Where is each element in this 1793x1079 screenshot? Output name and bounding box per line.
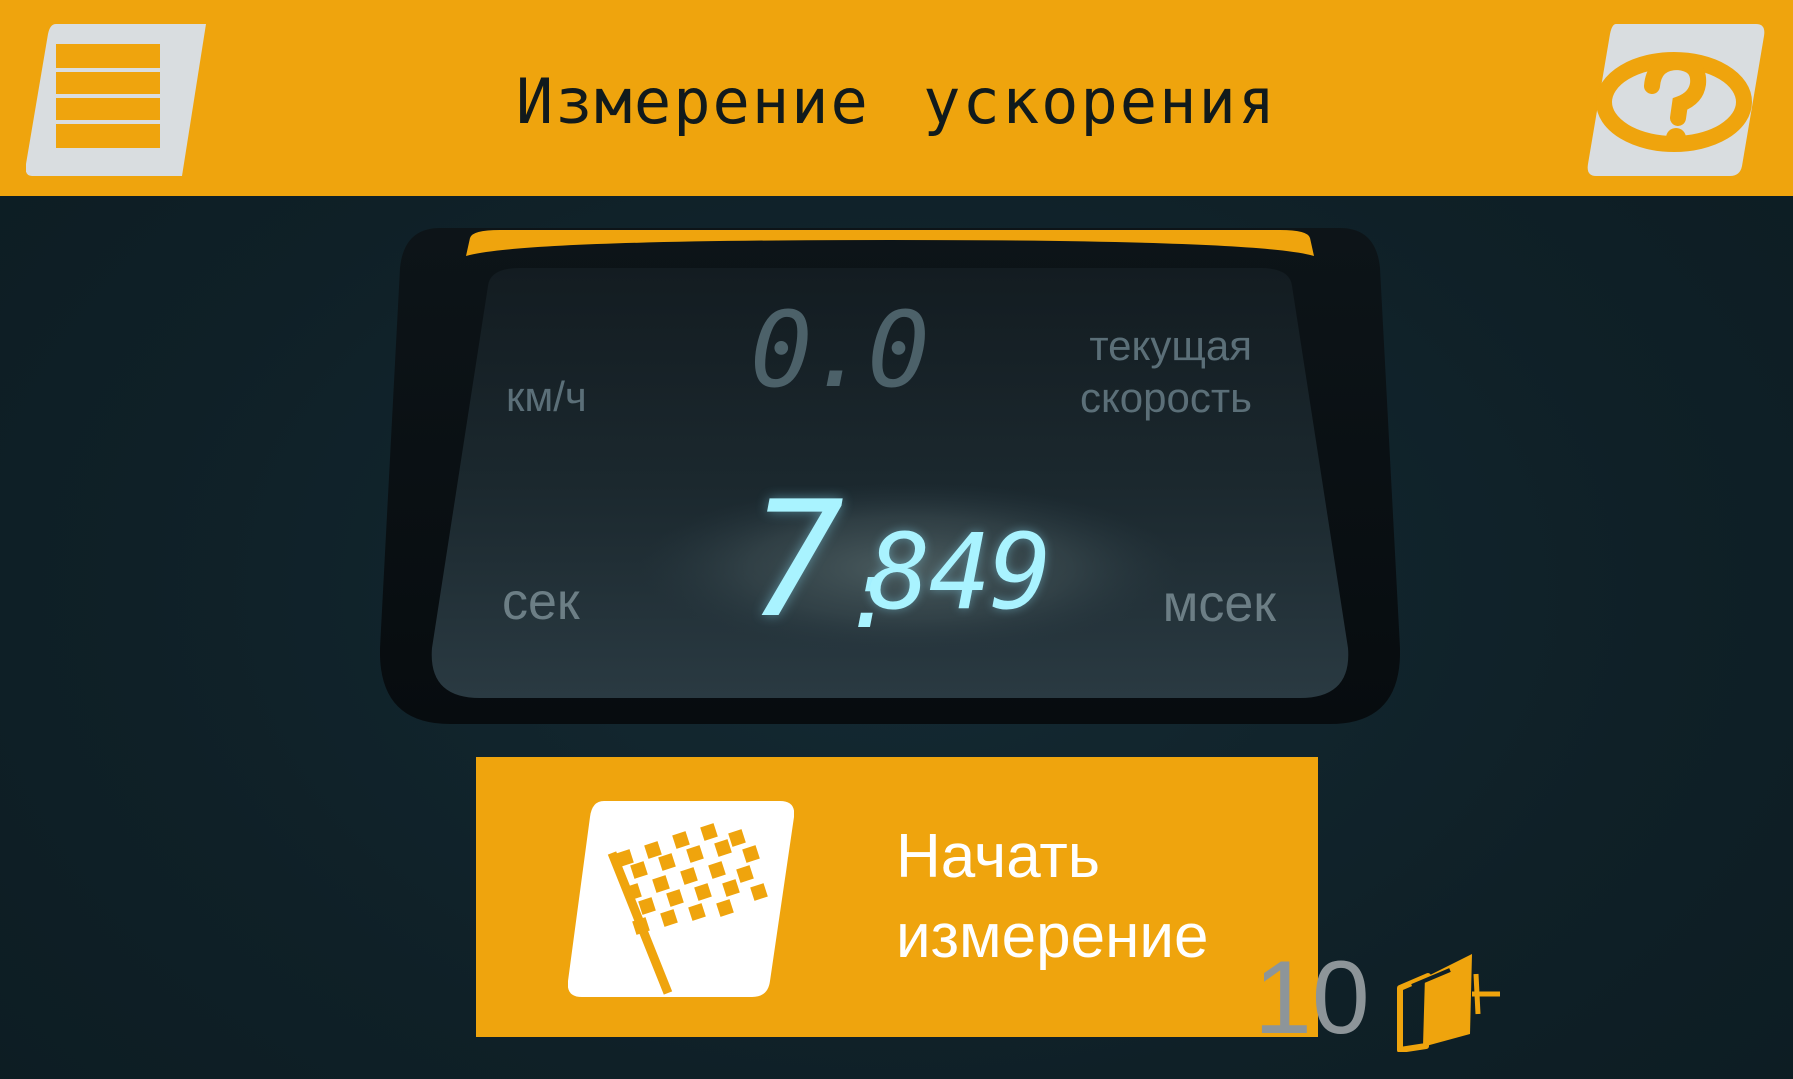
current-speed-value: 0.0 <box>750 289 930 411</box>
start-measurement-button[interactable]: Начать измерение <box>476 757 1318 1037</box>
seconds-label: сек <box>502 573 580 631</box>
milliseconds-label: мсек <box>1162 575 1276 633</box>
page-title: Измерение ускорения <box>515 65 1278 138</box>
start-label-line1: Начать <box>896 822 1101 891</box>
volume-level: 10 <box>1254 940 1370 1056</box>
time-seconds-value: 7 <box>748 466 845 653</box>
help-question-icon <box>1587 24 1765 176</box>
current-speed-caption-line2: скорость <box>1079 374 1252 421</box>
start-label-line2: измерение <box>896 902 1209 971</box>
time-milliseconds-value: 849 <box>868 511 1052 633</box>
speaker-icon[interactable] <box>1396 948 1502 1052</box>
current-speed-caption-line1: текущая <box>1089 322 1252 369</box>
current-speed-caption: текущая скорость <box>1080 320 1252 424</box>
speed-unit-label: км/ч <box>506 373 587 420</box>
help-button[interactable] <box>1586 24 1766 176</box>
app-screen: Измерение ускорения км/ч 0.0 текущая ско… <box>0 0 1793 1079</box>
header-bar: Измерение ускорения <box>0 0 1793 196</box>
checkered-flag-icon <box>568 801 794 997</box>
acceleration-display: км/ч 0.0 текущая скорость сек 7 : 849 мс… <box>380 228 1400 728</box>
start-measurement-label: Начать измерение <box>896 817 1208 977</box>
